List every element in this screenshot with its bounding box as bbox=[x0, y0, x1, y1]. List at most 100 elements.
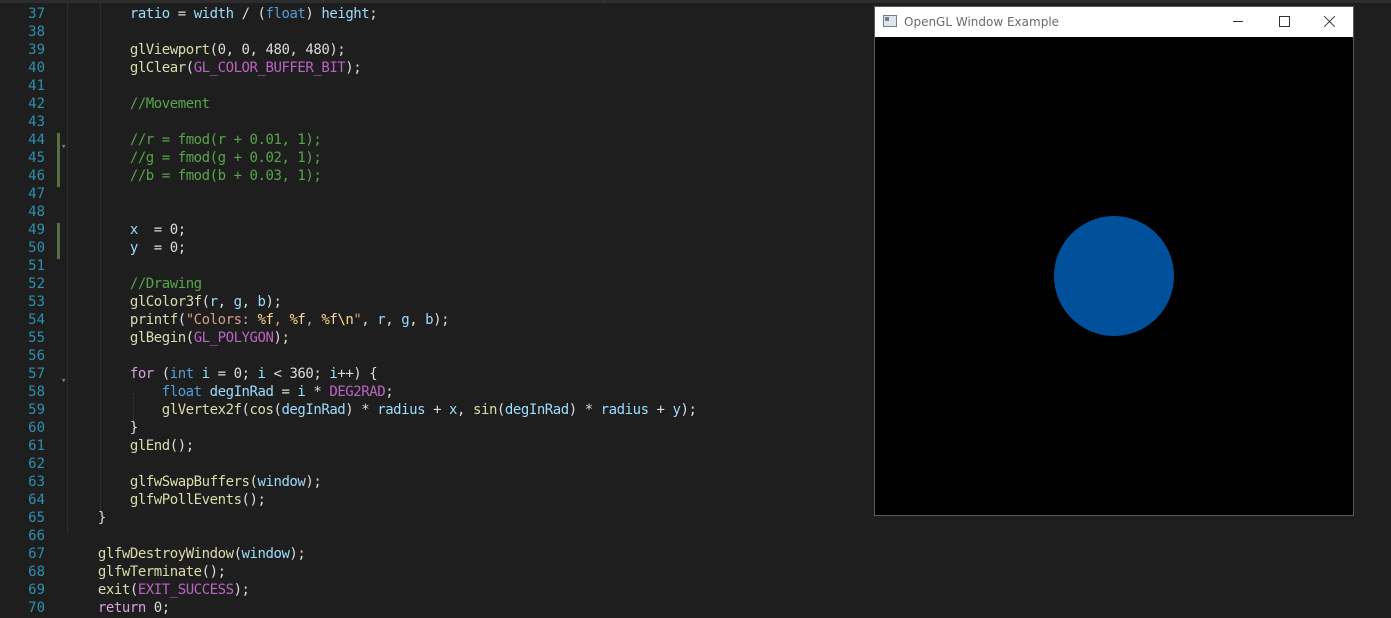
code-token: , bbox=[385, 312, 402, 328]
code-token: (); bbox=[241, 492, 266, 508]
code-token: ); bbox=[305, 474, 322, 490]
code-line[interactable]: 69 exit(EXIT_SUCCESS); bbox=[0, 581, 1391, 599]
code-line[interactable]: 66 bbox=[0, 527, 1391, 545]
code-token: ( bbox=[153, 366, 170, 382]
maximize-button[interactable] bbox=[1261, 7, 1307, 37]
code-token: ); bbox=[265, 294, 282, 310]
code-token: , bbox=[273, 312, 290, 328]
code-token: for bbox=[129, 366, 154, 382]
code-text: glfwTerminate(); bbox=[66, 563, 226, 581]
app-window-icon bbox=[883, 15, 897, 27]
code-token: glViewport bbox=[129, 42, 210, 58]
maximize-icon bbox=[1279, 16, 1290, 27]
code-token: height bbox=[321, 6, 370, 22]
line-number: 58 bbox=[28, 384, 45, 400]
code-token: } bbox=[66, 420, 138, 436]
code-text: glEnd(); bbox=[66, 437, 194, 455]
code-token: < 360; bbox=[265, 366, 330, 382]
code-line[interactable]: 67 glfwDestroyWindow(window); bbox=[0, 545, 1391, 563]
code-token: float bbox=[161, 384, 202, 400]
code-token: (); bbox=[169, 438, 194, 454]
line-number: 69 bbox=[28, 582, 45, 598]
code-token: g bbox=[401, 312, 410, 328]
line-number: 57 bbox=[28, 366, 45, 382]
code-text: x = 0; bbox=[66, 221, 186, 239]
code-token: DEG2RAD bbox=[329, 384, 386, 400]
code-token: (); bbox=[201, 564, 226, 580]
code-token: , bbox=[305, 312, 322, 328]
code-token: glfwSwapBuffers bbox=[129, 474, 250, 490]
code-text: } bbox=[66, 509, 106, 527]
code-token: exit bbox=[97, 582, 130, 598]
code-token: + bbox=[425, 402, 450, 418]
code-token: glColor3f bbox=[129, 294, 202, 310]
code-token: ; bbox=[369, 6, 378, 22]
code-token: , bbox=[217, 294, 234, 310]
code-token: ratio bbox=[129, 6, 170, 22]
code-text: //Drawing bbox=[66, 275, 202, 293]
code-token: glfwDestroyWindow bbox=[97, 546, 234, 562]
code-token: / ( bbox=[233, 6, 266, 22]
minimize-button[interactable] bbox=[1215, 7, 1261, 37]
code-token: = 0; bbox=[137, 222, 186, 238]
line-number: 65 bbox=[28, 510, 45, 526]
code-token: (0, 0, 480, 480); bbox=[209, 42, 346, 58]
code-text: glClear(GL_COLOR_BUFFER_BIT); bbox=[66, 59, 362, 77]
code-token: printf bbox=[129, 312, 178, 328]
code-line[interactable]: 68 glfwTerminate(); bbox=[0, 563, 1391, 581]
code-token: x bbox=[449, 402, 458, 418]
code-text: glVertex2f(cos(degInRad) * radius + x, s… bbox=[66, 401, 697, 419]
code-token: glEnd bbox=[129, 438, 170, 454]
close-icon bbox=[1324, 15, 1336, 27]
code-token: glfwPollEvents bbox=[129, 492, 242, 508]
code-token: //g = fmod(g + 0.02, 1); bbox=[129, 150, 322, 166]
code-token: width bbox=[193, 6, 234, 22]
code-token: 0; bbox=[145, 600, 170, 616]
window-titlebar[interactable]: OpenGL Window Example bbox=[875, 7, 1353, 37]
code-text: glBegin(GL_POLYGON); bbox=[66, 329, 290, 347]
line-number: 67 bbox=[28, 546, 45, 562]
opengl-window[interactable]: OpenGL Window Example bbox=[874, 6, 1354, 516]
line-number: 56 bbox=[28, 348, 45, 364]
code-line[interactable]: 70 return 0; bbox=[0, 599, 1391, 617]
code-token: , bbox=[361, 312, 378, 328]
code-token: ) * bbox=[568, 402, 601, 418]
minimize-icon bbox=[1233, 21, 1243, 22]
code-token: i bbox=[257, 366, 266, 382]
code-token: ( bbox=[233, 546, 242, 562]
render-canvas bbox=[875, 37, 1353, 515]
code-token: ( bbox=[129, 582, 138, 598]
line-number: 49 bbox=[28, 222, 45, 238]
line-number: 51 bbox=[28, 258, 45, 274]
code-token: ( bbox=[241, 402, 250, 418]
code-token: degInRad bbox=[504, 402, 569, 418]
code-token: = 0; bbox=[137, 240, 186, 256]
line-number: 53 bbox=[28, 294, 45, 310]
code-token: ) * bbox=[345, 402, 378, 418]
code-token: cos bbox=[249, 402, 274, 418]
line-number: 62 bbox=[28, 456, 45, 472]
line-number: 41 bbox=[28, 78, 45, 94]
code-token: return bbox=[97, 600, 146, 616]
code-token: glBegin bbox=[129, 330, 186, 346]
code-token: glfwTerminate bbox=[97, 564, 202, 580]
code-token: //Movement bbox=[129, 96, 210, 112]
code-token: ( bbox=[496, 402, 505, 418]
close-button[interactable] bbox=[1307, 7, 1353, 37]
line-number: 66 bbox=[28, 528, 45, 544]
code-token: degInRad bbox=[281, 402, 346, 418]
code-token: //Drawing bbox=[129, 276, 202, 292]
code-token: degInRad bbox=[209, 384, 274, 400]
code-text: ratio = width / (float) height; bbox=[66, 5, 378, 23]
code-token: //b = fmod(b + 0.03, 1); bbox=[129, 168, 322, 184]
code-token: b bbox=[425, 312, 434, 328]
code-text: glfwDestroyWindow(window); bbox=[66, 545, 306, 563]
